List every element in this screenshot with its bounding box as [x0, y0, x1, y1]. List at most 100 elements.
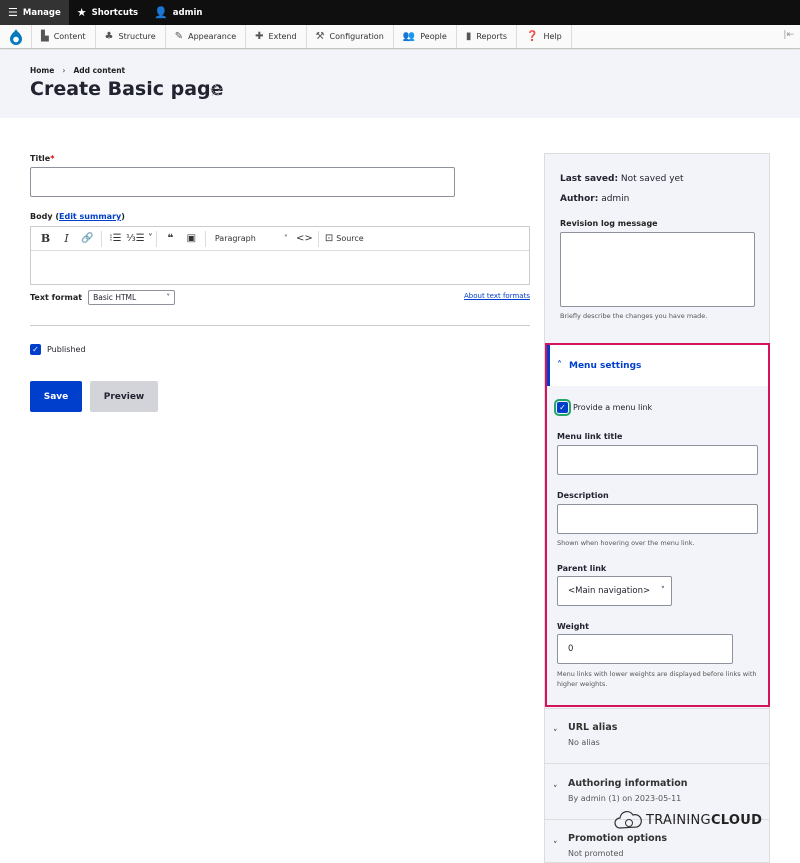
chevron-up-icon: ˄ — [557, 360, 562, 371]
source-icon: ⊡ — [324, 233, 334, 244]
last-saved-value: Not saved yet — [620, 174, 684, 184]
breadcrumb: Home › Add content — [30, 66, 125, 75]
cloud-logo-icon — [614, 810, 642, 829]
document-icon: ▙ — [41, 31, 49, 42]
menu-link-title-input[interactable] — [557, 445, 758, 475]
manage-tab[interactable]: ☰ Manage — [0, 0, 69, 25]
chevron-down-icon: ˅ — [553, 841, 558, 851]
menu-label: Configuration — [329, 32, 384, 41]
chevron-down-icon: ˅ — [283, 234, 288, 243]
wrench-icon: ⚒ — [315, 31, 325, 42]
provide-menu-link-row[interactable]: ✓ Provide a menu link — [554, 399, 652, 416]
paragraph-label: Paragraph — [214, 234, 256, 243]
menu-content[interactable]: ▙ Content — [32, 25, 96, 48]
section-title: URL alias — [568, 722, 618, 733]
code-icon[interactable]: <> — [294, 229, 315, 249]
menu-extend[interactable]: ✚ Extend — [246, 25, 307, 48]
description-input[interactable] — [557, 504, 758, 534]
author-value: admin — [601, 194, 630, 204]
breadcrumb-separator: › — [62, 66, 66, 75]
puzzle-icon: ✚ — [255, 31, 264, 42]
sitemap-icon: ♣ — [104, 31, 114, 42]
bold-icon[interactable]: B — [35, 229, 56, 249]
help-icon: ❓ — [526, 31, 539, 42]
provide-menu-link-checkbox[interactable]: ✓ — [554, 399, 571, 416]
section-title: Promotion options — [568, 833, 668, 844]
menu-help[interactable]: ❓ Help — [517, 25, 572, 48]
revision-log-description: Briefly describe the changes you have ma… — [560, 312, 708, 320]
menu-settings-toggle[interactable]: ˄ Menu settings — [547, 345, 768, 386]
menu-label: Content — [53, 32, 86, 41]
menu-link-title-label: Menu link title — [557, 432, 623, 441]
italic-icon[interactable]: I — [56, 229, 77, 249]
bar-chart-icon: ▮ — [465, 31, 472, 42]
save-button[interactable]: Save — [30, 381, 82, 412]
menu-configuration[interactable]: ⚒ Configuration — [307, 25, 394, 48]
link-icon[interactable]: 🔗 — [77, 229, 98, 249]
parent-link-value: <Main navigation> — [568, 586, 651, 596]
revision-log-textarea[interactable] — [560, 232, 755, 307]
meta-info: Last saved: Not saved yet Author: admin — [560, 169, 684, 209]
admin-menu-tray: ▙ Content ♣ Structure ✎ Appearance ✚ Extend … — [0, 25, 800, 49]
drupal-logo-icon[interactable] — [0, 25, 32, 48]
favorite-star-icon[interactable]: ☆ — [208, 81, 223, 101]
menu-label: Structure — [118, 32, 156, 41]
published-label: Published — [47, 345, 86, 354]
breadcrumb-add-content[interactable]: Add content — [73, 66, 125, 75]
title-label-text: Title — [30, 154, 51, 163]
paintbrush-icon: ✎ — [174, 31, 184, 42]
manage-label: Manage — [22, 7, 61, 18]
weight-input[interactable]: 0 — [557, 634, 733, 664]
menu-settings-heading: Menu settings — [569, 360, 642, 371]
description-help: Shown when hovering over the menu link. — [557, 539, 695, 547]
text-format-select[interactable]: Basic HTML ˅ — [88, 290, 176, 305]
menu-appearance[interactable]: ✎ Appearance — [166, 25, 247, 48]
star-icon: ★ — [76, 6, 87, 19]
published-checkbox-row[interactable]: ✓ Published — [30, 344, 86, 355]
menu-label: Reports — [476, 32, 508, 41]
user-icon: 👤 — [154, 6, 168, 19]
chevron-down-icon: ˅ — [553, 785, 558, 795]
menu-label: Extend — [268, 32, 297, 41]
body-editor: B I 🔗 ⁝☰ ⅓☰ ˅ ❝ ▣ Paragraph ˅ <> ⊡ Source — [30, 226, 530, 285]
edit-summary-link[interactable]: Edit summary — [59, 212, 121, 221]
published-checkbox[interactable]: ✓ — [30, 344, 41, 355]
paragraph-format-dropdown[interactable]: Paragraph ˅ — [209, 229, 294, 249]
parent-link-label: Parent link — [557, 564, 607, 573]
title-label: Title* — [30, 154, 54, 163]
editor-toolbar: B I 🔗 ⁝☰ ⅓☰ ˅ ❝ ▣ Paragraph ˅ <> ⊡ Source — [31, 227, 529, 251]
divider — [30, 325, 530, 326]
section-summary: Not promoted — [568, 849, 624, 858]
menu-structure[interactable]: ♣ Structure — [96, 25, 166, 48]
bulleted-list-icon[interactable]: ⁝☰ — [105, 229, 126, 249]
author-label: Author: — [560, 194, 599, 204]
source-button[interactable]: ⊡ Source — [322, 229, 367, 249]
numbered-list-icon[interactable]: ⅓☰ ˅ — [126, 229, 153, 249]
menu-people[interactable]: 👥 People — [394, 25, 457, 48]
breadcrumb-home[interactable]: Home — [30, 66, 54, 75]
text-format-label: Text format — [30, 293, 83, 302]
required-marker: * — [50, 154, 55, 163]
parent-link-select[interactable]: <Main navigation> ˅ — [557, 576, 672, 606]
url-alias-section[interactable]: ˅ URL alias No alias — [545, 708, 770, 762]
blockquote-icon[interactable]: ❝ — [160, 229, 181, 249]
section-title: Authoring information — [568, 778, 688, 789]
title-input[interactable] — [30, 167, 455, 197]
revision-log-label: Revision log message — [560, 219, 658, 228]
text-format-row: Text format Basic HTML ˅ — [30, 290, 176, 305]
hamburger-icon: ☰ — [8, 6, 18, 19]
watermark-training: TRAINING — [646, 812, 711, 828]
shortcuts-label: Shortcuts — [91, 7, 139, 18]
page-title: Create Basic page — [30, 78, 224, 100]
user-tab[interactable]: 👤 admin — [146, 0, 210, 25]
preview-button[interactable]: Preview — [90, 381, 158, 412]
menu-label: People — [420, 32, 447, 41]
shortcuts-tab[interactable]: ★ Shortcuts — [69, 0, 146, 25]
collapse-tray-icon[interactable]: |⇤ — [783, 30, 794, 40]
image-icon[interactable]: ▣ — [181, 229, 202, 249]
user-label: admin — [172, 7, 203, 18]
toolbar-divider — [204, 230, 206, 247]
toolbar-divider — [101, 230, 102, 247]
about-text-formats-link[interactable]: About text formats — [464, 292, 530, 300]
menu-reports[interactable]: ▮ Reports — [457, 25, 518, 48]
